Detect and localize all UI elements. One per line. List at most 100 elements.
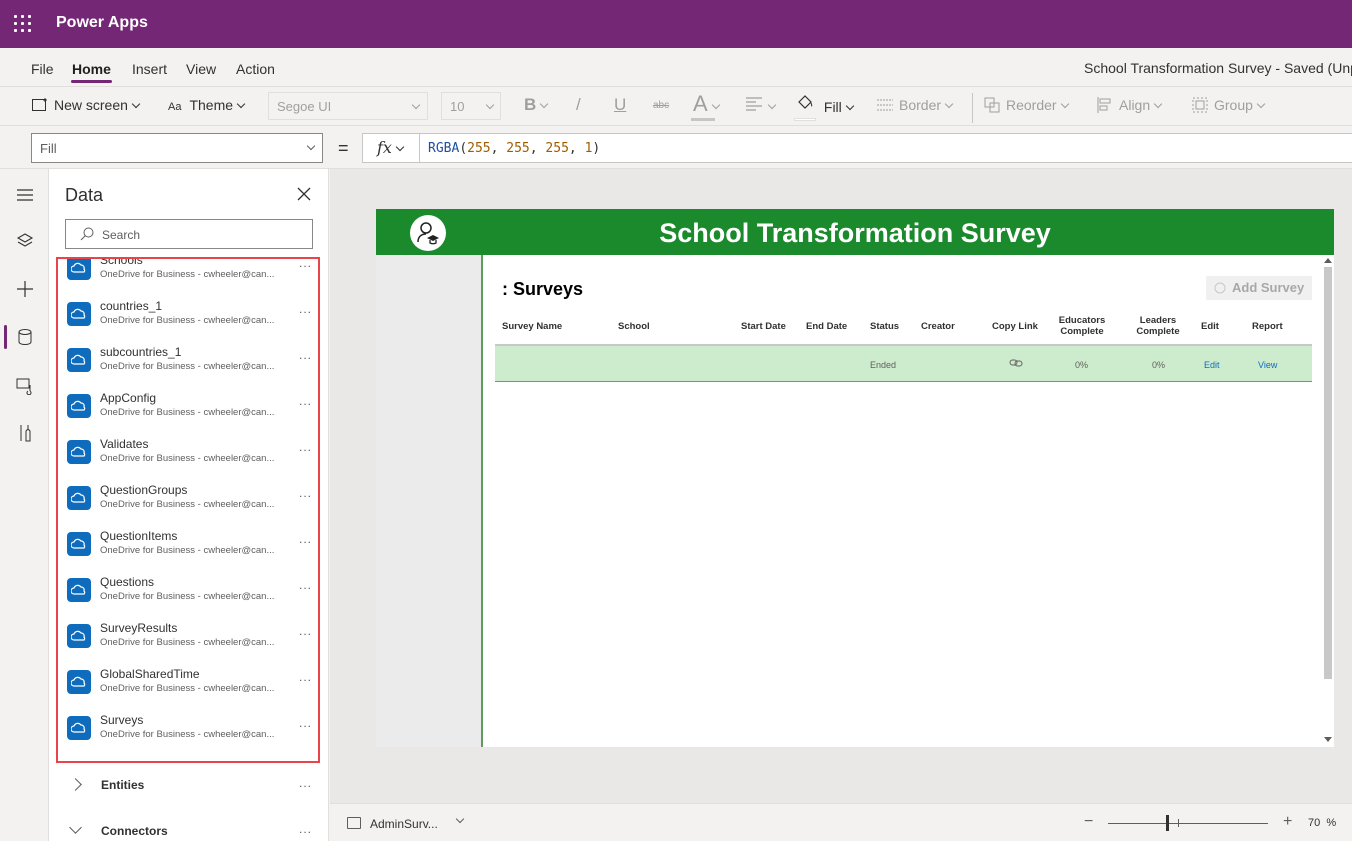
- strikethrough-button[interactable]: abc: [653, 100, 669, 111]
- more-options-icon[interactable]: ...: [299, 348, 312, 362]
- zoom-value: 70: [1308, 817, 1321, 829]
- close-icon[interactable]: [296, 186, 312, 202]
- view-report-link[interactable]: View: [1258, 360, 1277, 370]
- group-button[interactable]: Group: [1192, 97, 1266, 113]
- more-options-icon[interactable]: ...: [299, 578, 312, 592]
- zoom-out-button[interactable]: −: [1084, 813, 1093, 831]
- scroll-down-icon[interactable]: [1324, 737, 1332, 742]
- list-item-source: OneDrive for Business - cwheeler@can...: [100, 545, 275, 556]
- column-header: Edit: [1201, 321, 1219, 332]
- more-options-icon[interactable]: ...: [299, 394, 312, 408]
- chevron-down-icon: [485, 100, 495, 110]
- list-item[interactable]: AppConfig OneDrive for Business - cwheel…: [58, 385, 318, 431]
- hamburger-icon[interactable]: [15, 185, 35, 205]
- more-options-icon[interactable]: ...: [299, 624, 312, 638]
- scrollbar[interactable]: [1321, 255, 1334, 747]
- list-item[interactable]: Surveys OneDrive for Business - cwheeler…: [58, 707, 318, 753]
- table-row[interactable]: Ended 0% 0% Edit View: [495, 346, 1312, 382]
- section-entities[interactable]: Entities ...: [49, 770, 328, 800]
- edit-link[interactable]: Edit: [1204, 360, 1220, 370]
- more-options-icon[interactable]: ...: [299, 670, 312, 684]
- list-item-source: OneDrive for Business - cwheeler@can...: [100, 637, 275, 648]
- italic-button[interactable]: /: [576, 95, 581, 115]
- list-item[interactable]: countries_1 OneDrive for Business - cwhe…: [58, 293, 318, 339]
- app-header: Power Apps: [0, 0, 1352, 48]
- list-item[interactable]: subcountries_1 OneDrive for Business - c…: [58, 339, 318, 385]
- property-select[interactable]: Fill: [31, 133, 323, 163]
- media-icon[interactable]: [15, 375, 35, 395]
- copy-link-icon[interactable]: [1009, 358, 1023, 368]
- fill-label: Fill: [823, 99, 842, 115]
- underline-button[interactable]: U: [614, 95, 626, 115]
- list-item[interactable]: Validates OneDrive for Business - cwheel…: [58, 431, 318, 477]
- theme-button[interactable]: Aa Theme: [168, 97, 246, 113]
- app-screen[interactable]: School Transformation Survey : Surveys A…: [376, 209, 1334, 747]
- more-options-icon[interactable]: ...: [299, 486, 312, 500]
- property-value: Fill: [40, 141, 57, 156]
- more-options-icon[interactable]: ...: [299, 776, 312, 790]
- zoom-slider-thumb[interactable]: [1166, 815, 1169, 831]
- database-icon[interactable]: [15, 327, 35, 347]
- onedrive-icon: [67, 716, 91, 740]
- zoom-default-tick: [1178, 819, 1179, 827]
- waffle-icon[interactable]: [14, 15, 32, 33]
- menu-home[interactable]: Home: [72, 61, 111, 77]
- font-color-button[interactable]: A: [691, 91, 720, 121]
- align-icon: [1097, 97, 1111, 113]
- list-item[interactable]: Schools OneDrive for Business - cwheeler…: [58, 259, 318, 293]
- font-size-select[interactable]: 10: [441, 92, 501, 120]
- new-screen-button[interactable]: New screen: [32, 97, 141, 113]
- more-options-icon[interactable]: ...: [299, 302, 312, 316]
- chevron-down-icon: [540, 99, 549, 109]
- onedrive-icon: [67, 670, 91, 694]
- more-options-icon[interactable]: ...: [299, 716, 312, 730]
- scroll-up-icon[interactable]: [1324, 258, 1332, 263]
- fx-button[interactable]: fx: [362, 133, 420, 163]
- menu-view[interactable]: View: [186, 61, 216, 77]
- font-family-select[interactable]: Segoe UI: [268, 92, 428, 120]
- menu-action[interactable]: Action: [236, 61, 275, 77]
- zoom-in-button[interactable]: +: [1283, 813, 1292, 831]
- ribbon-toolbar: New screen Aa Theme Segoe UI 10 B / U abc…: [0, 86, 1352, 126]
- chevron-down-icon: [845, 101, 855, 111]
- more-options-icon[interactable]: ...: [299, 532, 312, 546]
- align-button[interactable]: Align: [1097, 97, 1163, 113]
- add-survey-button[interactable]: Add Survey: [1206, 276, 1312, 300]
- new-screen-icon: [32, 98, 47, 111]
- formula-input[interactable]: RGBA(255, 255, 255, 1): [420, 133, 1352, 163]
- list-item[interactable]: GlobalSharedTime OneDrive for Business -…: [58, 661, 318, 707]
- formula-arg: 255: [467, 141, 491, 156]
- align-text-icon: [746, 97, 762, 111]
- reorder-button[interactable]: Reorder: [984, 97, 1069, 113]
- more-options-icon[interactable]: ...: [299, 822, 312, 836]
- fill-button[interactable]: Fill: [794, 93, 855, 121]
- screen-sidebar: [376, 255, 482, 747]
- menu-insert[interactable]: Insert: [132, 61, 167, 77]
- screen-selector[interactable]: AdminSurv...: [370, 817, 438, 831]
- tools-icon[interactable]: [15, 423, 35, 443]
- list-item[interactable]: SurveyResults OneDrive for Business - cw…: [58, 615, 318, 661]
- list-item-name: countries_1: [100, 299, 163, 313]
- scrollbar-thumb[interactable]: [1324, 267, 1332, 679]
- menu-file[interactable]: File: [31, 61, 54, 77]
- text-align-button[interactable]: [746, 97, 777, 114]
- more-options-icon[interactable]: ...: [299, 259, 312, 270]
- graduate-user-icon: [410, 215, 446, 251]
- formula-arg: 1: [584, 141, 593, 156]
- app-title: Power Apps: [56, 14, 148, 31]
- border-button[interactable]: Border: [877, 97, 954, 113]
- tree-view-icon[interactable]: [15, 231, 35, 251]
- list-item[interactable]: QuestionItems OneDrive for Business - cw…: [58, 523, 318, 569]
- canvas-area: School Transformation Survey : Surveys A…: [330, 169, 1352, 803]
- search-input[interactable]: Search: [65, 219, 313, 249]
- list-item[interactable]: Questions OneDrive for Business - cwheel…: [58, 569, 318, 615]
- data-panel: Data Search Schools OneDrive for Busines…: [49, 169, 329, 841]
- zoom-slider[interactable]: [1108, 823, 1268, 824]
- more-options-icon[interactable]: ...: [299, 440, 312, 454]
- list-item[interactable]: QuestionGroups OneDrive for Business - c…: [58, 477, 318, 523]
- insert-plus-icon[interactable]: [15, 279, 35, 299]
- section-connectors[interactable]: Connectors ...: [49, 816, 328, 841]
- chevron-down-icon[interactable]: [455, 814, 465, 824]
- bold-button[interactable]: B: [524, 95, 549, 115]
- chevron-down-icon: [69, 821, 82, 834]
